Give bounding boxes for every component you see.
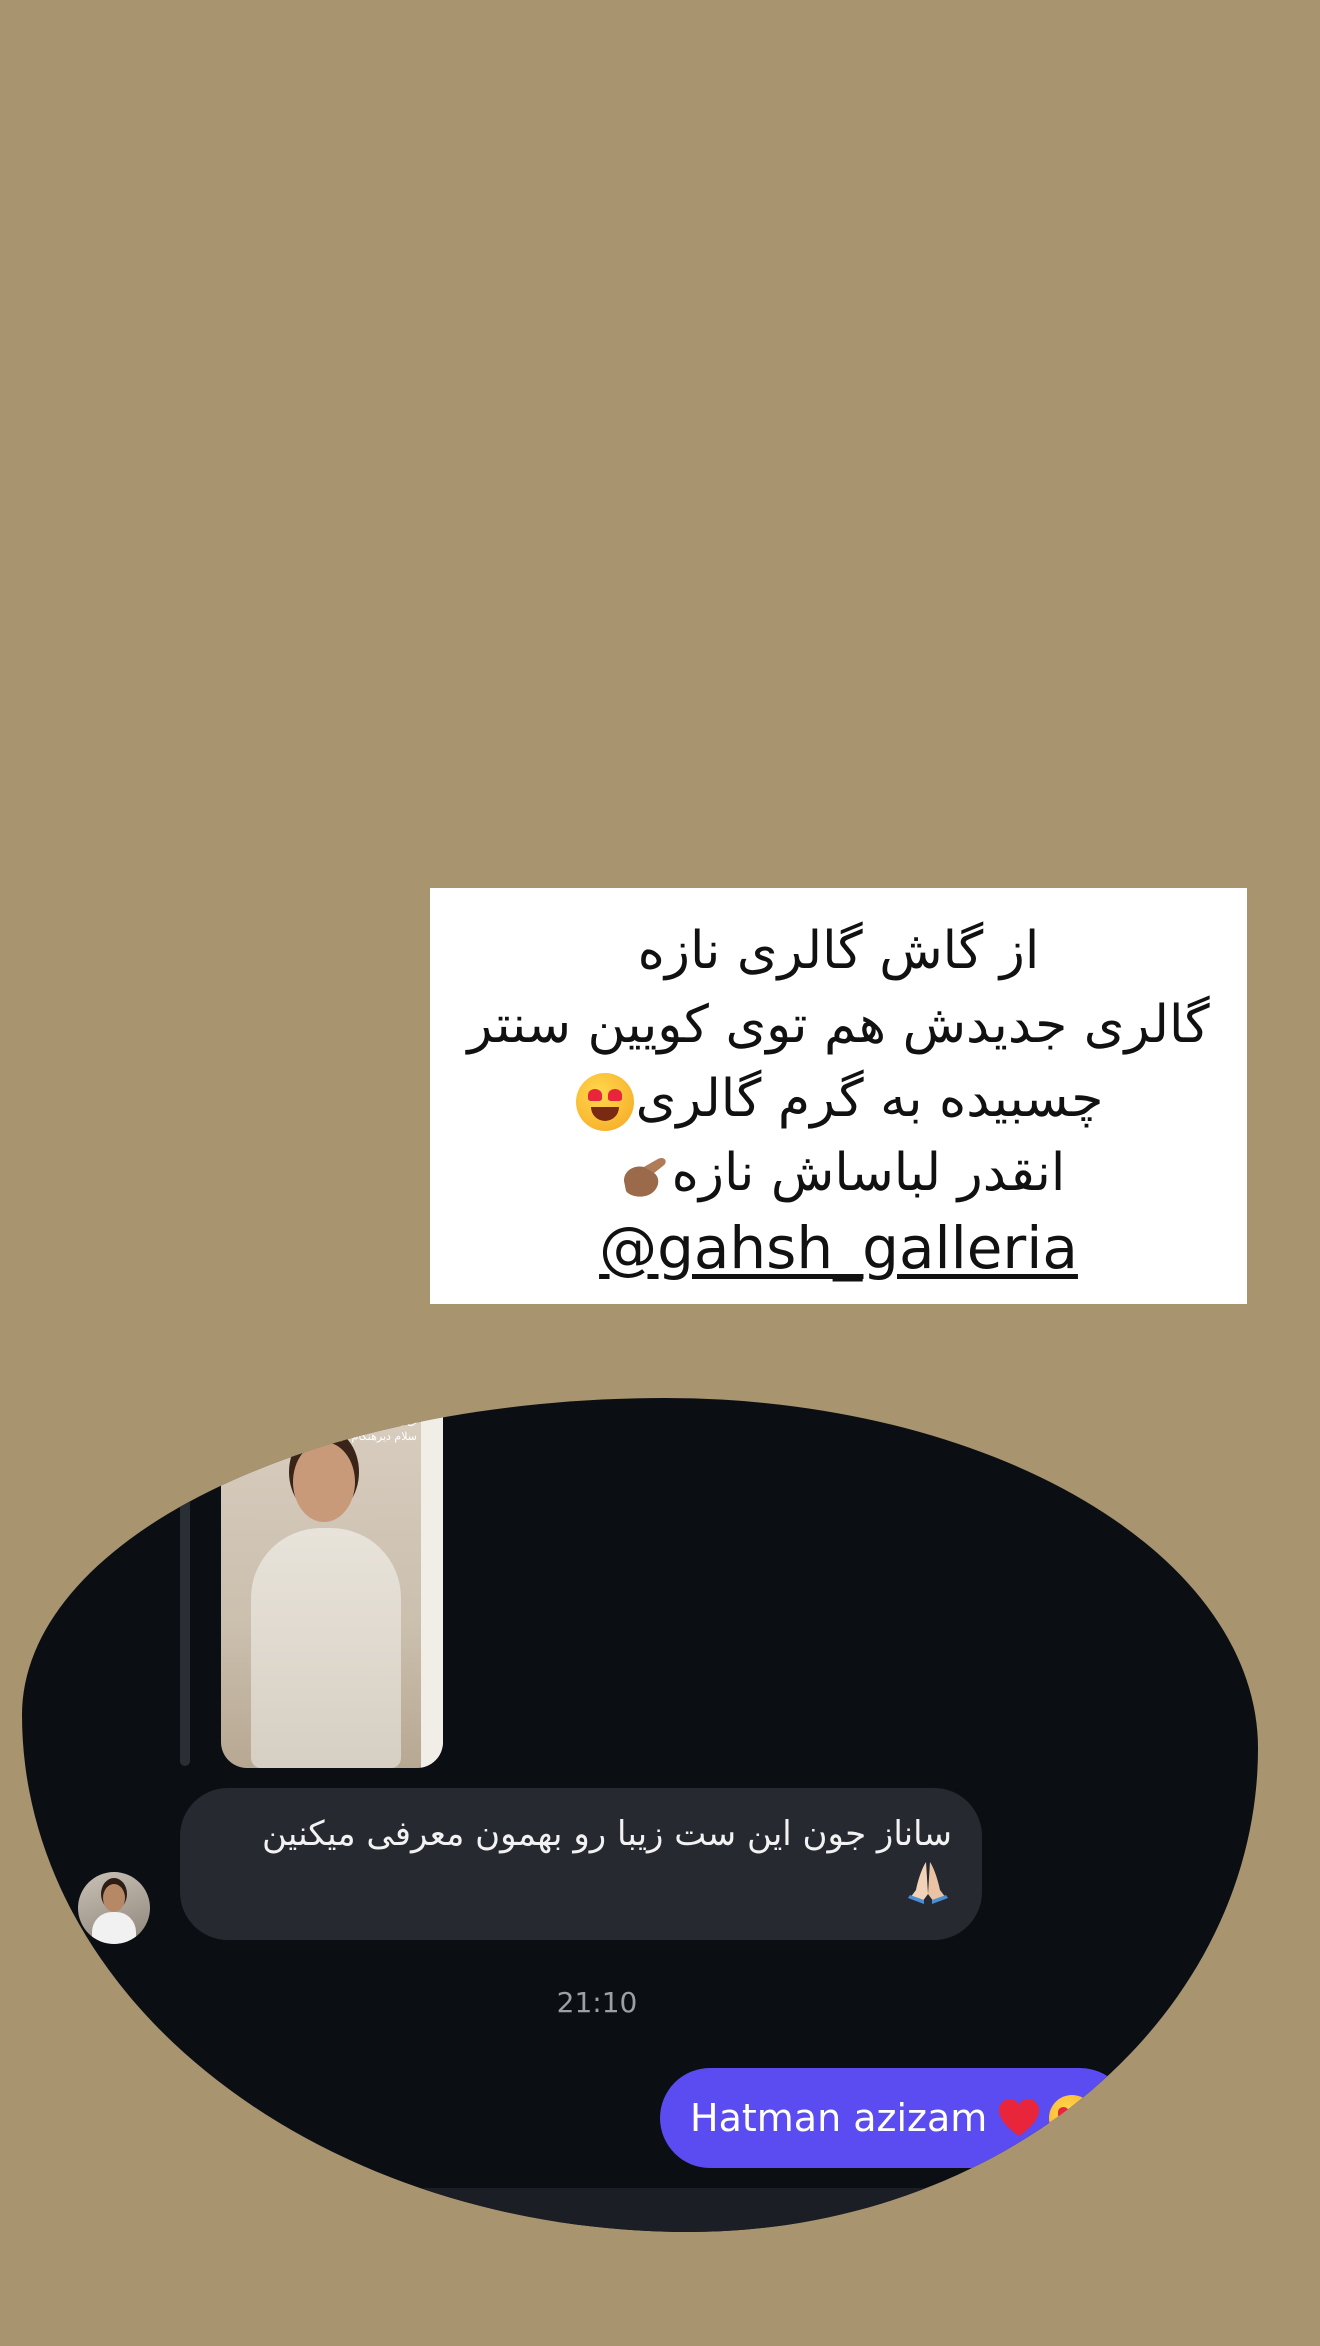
story-caption-box: از گاش گالری نازه گالری جدیدش هم توی کوی… [430,888,1247,1304]
incoming-message-text: ساناز جون این ست زیبا رو بهمون معرفی میک… [261,1814,952,1854]
heart-eyes-emoji-icon [575,1073,634,1131]
story-reply-thumbnail[interactable]: حالا سلام سلام دیرهنگام ❤️ [221,1408,443,1768]
pinched-fingers-icon [623,1158,666,1197]
chat-screenshot: حالا سلام سلام دیرهنگام ❤️ ساناز جون این… [22,1398,1258,2232]
incoming-message-bubble[interactable]: ساناز جون این ست زیبا رو بهمون معرفی میک… [180,1788,982,1940]
outgoing-message-bubble[interactable]: Hatman azizam [660,2068,1130,2168]
story-overlay-text: حالا سلام سلام دیرهنگام ❤️ [334,1416,417,1443]
caption-line-4: انقدر لباساش نازه [671,1143,1066,1203]
folded-hands-icon [908,1862,948,1904]
caption-line-1: از گاش گالری نازه [637,921,1040,981]
thumbnail-person-head [293,1442,355,1522]
caption-line-3: چسبیده به گرم گالری [635,1069,1104,1129]
caption-line-3-row: چسبیده به گرم گالری [448,1062,1229,1136]
composer-strip [332,2188,952,2232]
thumbnail-door [421,1408,443,1768]
message-timestamp: 21:10 [556,1986,638,2019]
sender-avatar[interactable] [78,1872,150,1944]
red-heart-icon [999,2099,1040,2136]
outgoing-message-text: Hatman azizam [690,2096,988,2140]
caption-line-4-row: انقدر لباساش نازه [448,1136,1229,1210]
caption-mention-link[interactable]: @gahsh_galleria [448,1210,1229,1286]
reply-indicator-bar [180,1496,190,1766]
heart-eyes-emoji-icon [1049,2095,1096,2141]
caption-line-2: گالری جدیدش هم توی کویین سنتر [467,995,1210,1055]
thumbnail-person-outfit [251,1528,401,1768]
